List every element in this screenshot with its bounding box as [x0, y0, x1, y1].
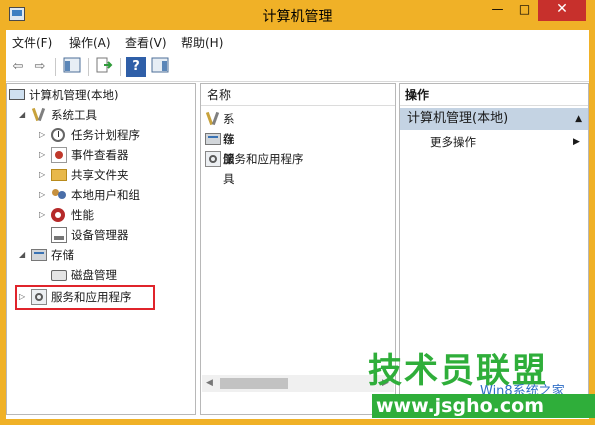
watermark-logo: 技术员联盟 Win8系统之家 www.jsgho.com — [362, 352, 595, 425]
tree-label: 共享文件夹 — [71, 168, 129, 182]
users-icon — [51, 187, 67, 203]
toolbar: ⇦ ⇨ ? — [6, 52, 589, 82]
export-list-icon[interactable] — [94, 57, 114, 77]
expand-arrow-icon[interactable]: ◢ — [19, 245, 25, 265]
actions-section-title: 计算机管理(本地) — [407, 111, 509, 126]
storage-icon — [205, 133, 221, 145]
services-icon — [205, 151, 221, 167]
highlight-annotation-box — [15, 285, 155, 310]
back-arrow-icon[interactable]: ⇦ — [8, 57, 28, 77]
column-header-name[interactable]: 名称 — [201, 84, 395, 106]
tree-label: 计算机管理(本地) — [29, 88, 119, 102]
menu-bar: 文件(F) 操作(A) 查看(V) 帮助(H) — [6, 30, 589, 52]
scrollbar-thumb[interactable] — [220, 378, 288, 389]
scroll-left-icon[interactable]: ◀ — [206, 378, 213, 388]
computer-icon — [9, 89, 25, 100]
tree-label: 事件查看器 — [71, 148, 129, 162]
actions-header: 操作 — [400, 84, 588, 106]
collapse-arrow-icon[interactable]: ▷ — [39, 165, 45, 185]
title-bar: 计算机管理 — □ ✕ — [0, 0, 595, 30]
collapse-arrow-icon[interactable]: ▷ — [39, 145, 45, 165]
console-tree-pane: 计算机管理(本地) ◢ 系统工具 ▷ 任务计划程序 ▷ 事件查看器 ▷ 共享文件… — [6, 83, 196, 415]
toolbar-separator — [88, 58, 89, 76]
tools-icon — [31, 107, 47, 123]
forward-arrow-icon[interactable]: ⇨ — [30, 57, 50, 77]
tree-label: 本地用户和组 — [71, 188, 140, 202]
more-actions-item[interactable]: 更多操作 — [430, 132, 476, 152]
help-icon[interactable]: ? — [126, 57, 146, 77]
expand-arrow-icon[interactable]: ◢ — [19, 105, 25, 125]
clock-icon — [51, 128, 65, 142]
collapse-arrow-icon[interactable]: ▷ — [39, 185, 45, 205]
tree-label: 设备管理器 — [71, 228, 129, 242]
menu-view[interactable]: 查看(V) — [125, 34, 167, 51]
tree-label: 磁盘管理 — [71, 268, 117, 282]
watermark-url: www.jsgho.com — [372, 394, 595, 418]
folder-icon — [51, 169, 67, 181]
event-viewer-icon — [51, 147, 67, 163]
minimize-button[interactable]: — — [484, 0, 511, 21]
tools-icon — [205, 111, 221, 127]
performance-icon — [51, 208, 65, 222]
tree-label: 性能 — [71, 208, 94, 222]
tree-label: 存储 — [51, 248, 74, 262]
storage-icon — [31, 249, 47, 261]
close-button[interactable]: ✕ — [538, 0, 586, 21]
maximize-button[interactable]: □ — [511, 0, 538, 21]
list-item-label: 服务和应用程序 — [223, 152, 304, 166]
submenu-arrow-icon[interactable]: ▶ — [573, 132, 580, 152]
collapse-arrow-icon[interactable]: ▷ — [39, 125, 45, 145]
show-hide-action-pane-icon[interactable] — [150, 57, 170, 77]
menu-action[interactable]: 操作(A) — [69, 34, 111, 51]
disk-icon — [51, 270, 67, 281]
toolbar-separator — [55, 58, 56, 76]
toolbar-separator — [120, 58, 121, 76]
menu-help[interactable]: 帮助(H) — [181, 34, 223, 51]
actions-section-computer-management[interactable]: 计算机管理(本地) ▲ — [400, 108, 588, 130]
collapse-arrow-icon[interactable]: ▷ — [39, 205, 45, 225]
show-hide-console-tree-icon[interactable] — [62, 57, 82, 77]
tree-label: 任务计划程序 — [71, 128, 140, 142]
menu-file[interactable]: 文件(F) — [12, 34, 52, 51]
collapse-section-icon[interactable]: ▲ — [575, 108, 582, 130]
tree-label: 系统工具 — [51, 108, 97, 122]
device-manager-icon — [51, 227, 67, 243]
